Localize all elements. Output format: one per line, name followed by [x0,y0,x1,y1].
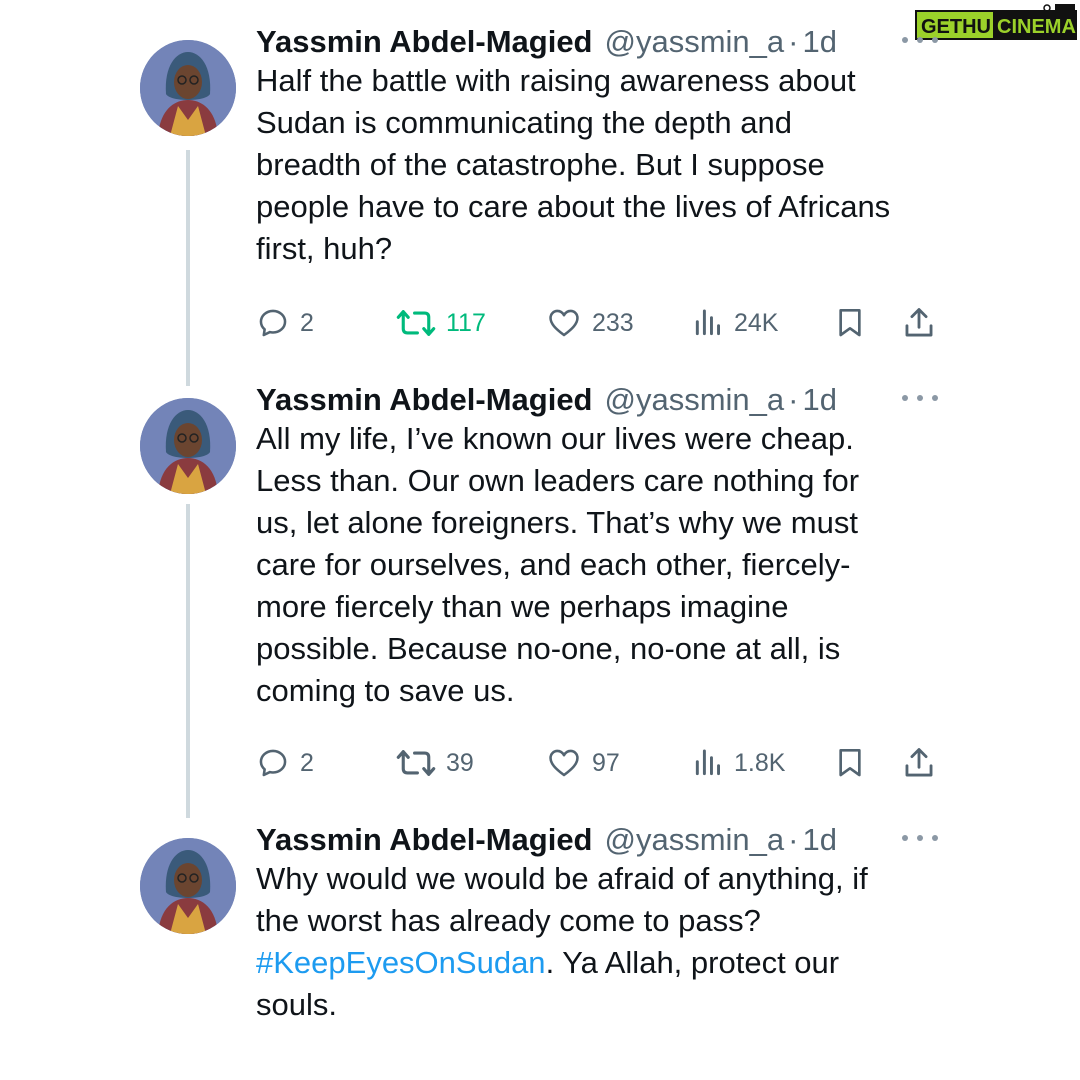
separator-dot: · [788,822,799,857]
retweet-icon [396,750,436,776]
tweet-text-line: Half the battle with raising awareness a… [256,63,856,98]
heart-icon [549,749,579,777]
tweet-text-line: possible. Because no-one, no-one at all,… [256,631,841,666]
reply-button[interactable]: 2 [256,303,314,343]
share-button[interactable] [902,743,946,783]
reply-button[interactable]: 2 [256,743,314,783]
share-button[interactable] [902,303,946,343]
retweet-count: 117 [446,308,486,337]
tweet-text: Half the battle with raising awareness a… [256,60,956,270]
tweet-text-line: us, let alone foreigners. That’s why we … [256,505,858,540]
thread-line [186,504,190,818]
avatar[interactable] [140,40,236,136]
views-button[interactable]: 1.8K [692,743,785,783]
timestamp[interactable]: 1d [802,822,836,858]
reply-count: 2 [300,308,314,337]
retweet-icon [396,310,436,336]
bookmark-button[interactable] [834,303,876,343]
tweet-text-line: people have to care about the lives of A… [256,189,891,224]
tweet-header: Yassmin Abdel-Magied @yassmin_a · 1d [256,20,837,64]
separator-dot: · [788,24,799,59]
tweet-text-line: All my life, I’ve known our lives were c… [256,421,854,456]
tweet-text-line: Sudan is communicating the depth and [256,105,792,140]
share-icon [905,308,933,337]
author-handle[interactable]: @yassmin_a [605,822,785,858]
views-icon [695,749,720,776]
bookmark-icon [839,309,861,337]
tweet-text-line: more fiercely than we perhaps imagine [256,589,789,624]
bookmark-button[interactable] [834,743,876,783]
reply-icon [259,749,287,777]
tweet-header: Yassmin Abdel-Magied @yassmin_a · 1d [256,378,837,422]
author-handle[interactable]: @yassmin_a [605,24,785,60]
views-icon [695,309,720,336]
more-options-icon[interactable] [902,28,938,52]
like-button[interactable]: 233 [546,303,634,343]
tweet-header: Yassmin Abdel-Magied @yassmin_a · 1d [256,818,837,862]
hashtag-link[interactable]: #KeepEyesOnSudan [256,945,546,980]
timestamp[interactable]: 1d [802,24,836,60]
share-icon [905,748,933,777]
separator-dot: · [788,382,799,417]
author-name[interactable]: Yassmin Abdel-Magied [256,822,593,858]
thread-line [186,150,190,386]
tweet-text-fragment: . Ya Allah, protect our [545,945,840,980]
heart-icon [549,309,579,337]
retweet-button[interactable]: 39 [396,743,474,783]
tweet-text: Why would we would be afraid of anything… [256,858,956,1026]
logo-text-right: CINEMA [997,16,1076,38]
tweet-text-line: first, huh? [256,231,393,266]
bookmark-icon [839,749,861,777]
views-button[interactable]: 24K [692,303,778,343]
tweet-text-line: the worst has already come to pass? [256,903,761,938]
views-count: 1.8K [734,748,786,777]
views-count: 24K [734,308,779,337]
more-options-icon[interactable] [902,386,938,410]
timestamp[interactable]: 1d [802,382,836,418]
avatar[interactable] [140,838,236,934]
tweet-text-line: coming to save us. [256,673,515,708]
reply-count: 2 [300,748,314,777]
tweet-text-line: Why would we would be afraid of anything… [256,861,868,896]
tweet-text-line: souls. [256,987,337,1022]
author-name[interactable]: Yassmin Abdel-Magied [256,382,593,418]
action-bar: 2 117 233 24K [256,303,956,343]
tweet-text-line: care for ourselves, and each other, fier… [256,547,851,582]
like-count: 97 [592,748,620,777]
action-bar: 2 39 97 1.8K [256,743,956,783]
avatar[interactable] [140,398,236,494]
gethu-cinema-logo: GETHU CINEMA [915,4,1077,42]
reply-icon [259,309,287,337]
retweet-count: 39 [446,748,474,777]
tweet-text-line: Less than. Our own leaders care nothing … [256,463,860,498]
like-button[interactable]: 97 [546,743,620,783]
author-handle[interactable]: @yassmin_a [605,382,785,418]
like-count: 233 [592,308,634,337]
tweet-text: All my life, I’ve known our lives were c… [256,418,956,712]
retweet-button[interactable]: 117 [396,303,486,343]
tweet-text-line: breadth of the catastrophe. But I suppos… [256,147,825,182]
author-name[interactable]: Yassmin Abdel-Magied [256,24,593,60]
more-options-icon[interactable] [902,826,938,850]
tweet-text-line: #KeepEyesOnSudan. Ya Allah, protect our [256,942,956,984]
